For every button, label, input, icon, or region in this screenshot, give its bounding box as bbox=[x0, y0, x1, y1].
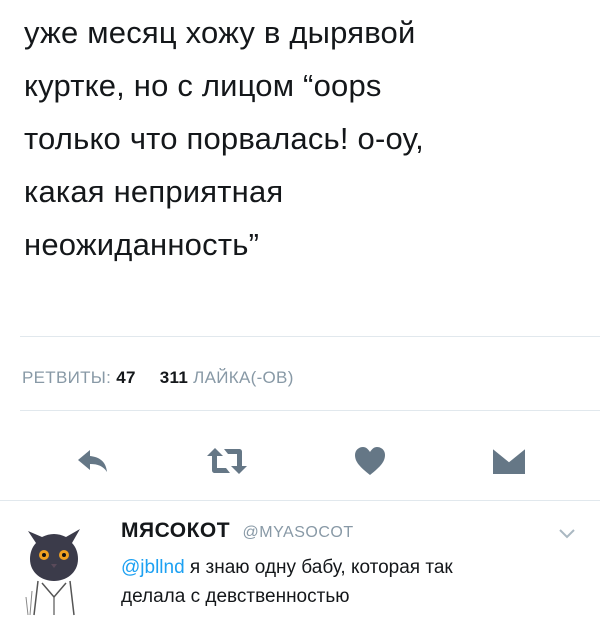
tweet-actions bbox=[0, 438, 600, 484]
reply-button[interactable] bbox=[70, 438, 116, 484]
tweet-line: какая неприятная bbox=[24, 174, 284, 209]
chevron-down-icon[interactable] bbox=[558, 527, 576, 539]
mention-link[interactable]: @jbllnd bbox=[121, 557, 185, 578]
likes-count[interactable]: 311 bbox=[160, 368, 188, 387]
like-button[interactable] bbox=[347, 438, 393, 484]
divider bbox=[20, 336, 600, 337]
reply-text-line2: делала с девственностью bbox=[121, 586, 350, 607]
avatar[interactable] bbox=[20, 517, 90, 617]
reply-tweet[interactable]: МЯСОКОТ @MYASOCOT @jbllnd я знаю одну ба… bbox=[0, 503, 600, 633]
direct-message-icon bbox=[492, 447, 526, 474]
reply-author: МЯСОКОТ @MYASOCOT bbox=[121, 519, 354, 543]
tweet-stats: РЕТВИТЫ: 47 311 ЛАЙКА(-ОВ) bbox=[22, 368, 294, 388]
tweet-text: уже месяц хожу в дырявой куртке, но с ли… bbox=[24, 6, 584, 271]
direct-message-button[interactable] bbox=[486, 438, 532, 484]
reply-text-line1: я знаю одну бабу, которая так bbox=[184, 557, 453, 578]
tweet-line: куртке, но с лицом “oops bbox=[24, 68, 382, 103]
tweet-line: уже месяц хожу в дырявой bbox=[24, 15, 416, 50]
divider bbox=[0, 500, 600, 501]
tweet-line: неожиданность” bbox=[24, 227, 260, 262]
retweet-button[interactable] bbox=[204, 438, 250, 484]
retweets-label: РЕТВИТЫ: bbox=[22, 368, 112, 387]
author-display-name[interactable]: МЯСОКОТ bbox=[121, 519, 230, 542]
tweet-line: только что порвалась! о-оу, bbox=[24, 121, 424, 156]
cat-avatar-icon bbox=[25, 529, 80, 616]
author-handle[interactable]: @MYASOCOT bbox=[243, 524, 354, 541]
retweets-count[interactable]: 47 bbox=[116, 368, 136, 387]
reply-text: @jbllnd я знаю одну бабу, которая так де… bbox=[121, 553, 581, 611]
like-icon bbox=[355, 447, 385, 475]
reply-icon bbox=[78, 450, 107, 472]
likes-label: ЛАЙКА(-ОВ) bbox=[193, 368, 294, 387]
divider bbox=[20, 410, 600, 411]
retweet-icon bbox=[207, 448, 247, 474]
